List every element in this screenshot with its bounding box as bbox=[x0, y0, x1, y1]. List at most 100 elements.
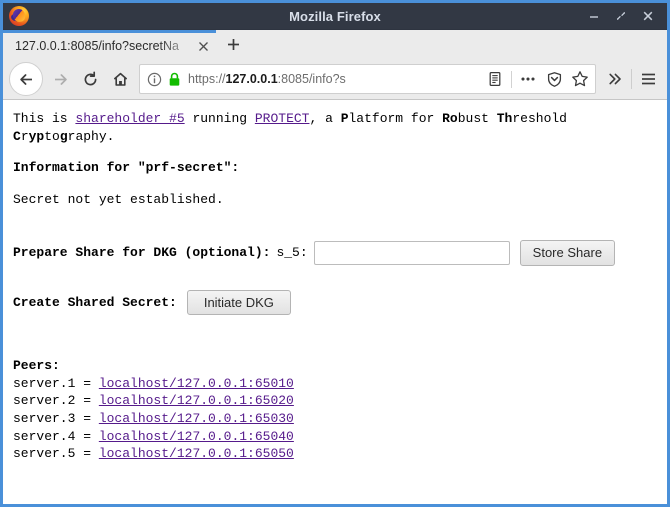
peer-equals: = bbox=[75, 446, 99, 462]
intro-suffix-part-7: C bbox=[13, 128, 21, 144]
url-text[interactable]: https://127.0.0.1:8085/info?s bbox=[188, 72, 482, 86]
intro-prefix: This is bbox=[13, 111, 76, 126]
intro-suffix-part-1: P bbox=[340, 111, 349, 126]
pocket-button[interactable] bbox=[541, 66, 567, 92]
store-share-button[interactable]: Store Share bbox=[519, 240, 616, 266]
firefox-logo-icon bbox=[8, 5, 30, 27]
reload-button[interactable] bbox=[75, 64, 105, 94]
peers-spacer bbox=[13, 339, 657, 357]
intro-suffix-part-3: Ro bbox=[442, 111, 458, 126]
url-bar-divider bbox=[511, 70, 512, 88]
maximize-restore-icon[interactable] bbox=[614, 9, 628, 23]
identity-box[interactable] bbox=[147, 72, 188, 87]
lock-icon bbox=[169, 72, 180, 86]
initiate-dkg-button[interactable]: Initiate DKG bbox=[186, 289, 291, 316]
new-tab-button[interactable] bbox=[216, 30, 250, 59]
peer-equals: = bbox=[75, 375, 99, 391]
peer-row: server.4 = localhost/127.0.0.1:65040 bbox=[13, 428, 657, 446]
firefox-window: Mozilla Firefox 127.0.0.1:8085/info?secr… bbox=[0, 0, 670, 507]
pocket-shield-icon bbox=[547, 71, 561, 87]
info-circle-icon bbox=[147, 72, 162, 86]
peers-list: server.1 = localhost/127.0.0.1:65010 serv… bbox=[13, 375, 657, 463]
arrow-right-icon bbox=[54, 73, 67, 85]
peer-address-link[interactable]: localhost/127.0.0.1:65030 bbox=[99, 411, 294, 426]
peer-row: server.5 = localhost/127.0.0.1:65050 bbox=[13, 445, 657, 463]
tab-close-icon[interactable] bbox=[194, 37, 212, 55]
url-host: 127.0.0.1 bbox=[225, 72, 278, 86]
url-bar[interactable]: https://127.0.0.1:8085/info?s bbox=[139, 64, 596, 94]
peer-address-link[interactable]: localhost/127.0.0.1:65010 bbox=[99, 376, 294, 391]
intro-suffix-part-0: , a bbox=[309, 111, 341, 126]
app-menu-button[interactable] bbox=[635, 66, 661, 92]
tab-active[interactable]: 127.0.0.1:8085/info?secretNa bbox=[3, 30, 216, 59]
prepare-share-row: Prepare Share for DKG (optional): s_5: S… bbox=[13, 240, 657, 266]
toolbar-right-section bbox=[602, 66, 661, 92]
window-controls bbox=[587, 9, 667, 23]
intro-suffix-part-6: reshold bbox=[512, 111, 567, 126]
window-title: Mozilla Firefox bbox=[289, 8, 381, 24]
hamburger-menu-icon bbox=[641, 73, 655, 85]
url-bar-actions bbox=[482, 66, 593, 92]
create-shared-secret-row: Create Shared Secret: Initiate DKG bbox=[13, 289, 657, 316]
chevron-double-right-icon bbox=[609, 73, 621, 85]
reader-view-icon bbox=[489, 71, 501, 87]
star-icon bbox=[572, 71, 588, 87]
info-heading: Information for "prf-secret": bbox=[13, 159, 657, 177]
peer-name: server.3 bbox=[13, 411, 76, 427]
toolbar-divider bbox=[631, 69, 632, 89]
page-actions-button[interactable] bbox=[515, 66, 541, 92]
plus-icon bbox=[227, 39, 239, 50]
create-shared-secret-label: Create Shared Secret: bbox=[13, 294, 177, 310]
share-input[interactable] bbox=[313, 240, 510, 265]
intro-suffix-part-2: latform for bbox=[348, 111, 443, 126]
shareholder-link[interactable]: shareholder #5 bbox=[75, 111, 184, 126]
ellipsis-icon bbox=[521, 77, 535, 81]
peer-equals: = bbox=[75, 411, 99, 427]
back-button[interactable] bbox=[9, 62, 43, 96]
tab-title: 127.0.0.1:8085/info?secretNa bbox=[15, 39, 180, 53]
peer-name: server.5 bbox=[13, 446, 76, 462]
reload-icon bbox=[84, 71, 96, 85]
peer-equals: = bbox=[75, 428, 99, 444]
intro-suffix-part-11: g bbox=[59, 128, 68, 144]
intro-paragraph: This is shareholder #5 running PROTECT, … bbox=[13, 110, 657, 145]
overflow-button[interactable] bbox=[602, 66, 628, 92]
peer-name: server.4 bbox=[13, 428, 76, 444]
prepare-share-label: Prepare Share for DKG (optional): bbox=[13, 245, 271, 261]
reader-view-button[interactable] bbox=[482, 66, 508, 92]
minimize-icon[interactable] bbox=[587, 9, 601, 23]
tab-strip-empty-area bbox=[250, 30, 667, 59]
peer-name: server.1 bbox=[13, 375, 76, 391]
peer-address-link[interactable]: localhost/127.0.0.1:65040 bbox=[99, 429, 294, 444]
peer-equals: = bbox=[75, 393, 99, 409]
bookmark-button[interactable] bbox=[567, 66, 593, 92]
peer-row: server.3 = localhost/127.0.0.1:65030 bbox=[13, 410, 657, 428]
peers-section: Peers: server.1 = localhost/127.0.0.1:65… bbox=[13, 357, 657, 462]
home-button[interactable] bbox=[105, 64, 135, 94]
url-rest: :8085/info?s bbox=[277, 72, 346, 86]
peer-row: server.1 = localhost/127.0.0.1:65010 bbox=[13, 375, 657, 393]
home-icon bbox=[113, 72, 127, 86]
peers-heading: Peers: bbox=[13, 358, 60, 374]
peer-address-link[interactable]: localhost/127.0.0.1:65020 bbox=[99, 393, 294, 408]
tab-strip: 127.0.0.1:8085/info?secretNa bbox=[3, 29, 667, 59]
intro-suffix-part-12: raphy. bbox=[67, 128, 115, 144]
peer-name: server.2 bbox=[13, 393, 76, 409]
intro-middle: running bbox=[184, 111, 255, 126]
protect-link[interactable]: PROTECT bbox=[255, 111, 310, 126]
share-field-label: s_5: bbox=[276, 245, 308, 261]
page-content: This is shareholder #5 running PROTECT, … bbox=[3, 100, 667, 504]
intro-suffix-part-10: to bbox=[44, 128, 60, 144]
intro-suffix-part-4: bust bbox=[457, 111, 497, 126]
intro-suffix-part-8: r bbox=[20, 128, 29, 144]
intro-suffix-part-9: yp bbox=[28, 128, 45, 144]
info-heading-text: Information for "prf-secret": bbox=[13, 160, 240, 176]
peer-row: server.2 = localhost/127.0.0.1:65020 bbox=[13, 392, 657, 410]
title-bar: Mozilla Firefox bbox=[3, 3, 667, 29]
close-icon[interactable] bbox=[641, 9, 655, 23]
navigation-toolbar: https://127.0.0.1:8085/info?s bbox=[3, 59, 667, 100]
secret-status: Secret not yet established. bbox=[13, 191, 224, 207]
peer-address-link[interactable]: localhost/127.0.0.1:65050 bbox=[99, 446, 294, 461]
forward-button bbox=[45, 64, 75, 94]
